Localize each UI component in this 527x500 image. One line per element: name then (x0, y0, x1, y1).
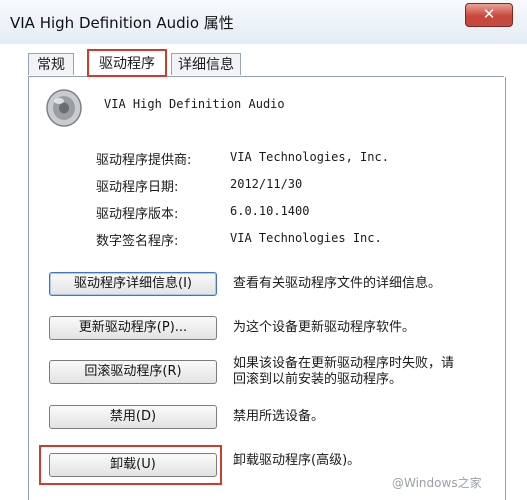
date-label: 驱动程序日期: (96, 180, 179, 195)
signer-value: VIA Technologies Inc. (230, 231, 382, 245)
tab-driver[interactable]: 驱动程序 (87, 49, 167, 77)
close-icon: ✕ (482, 5, 496, 23)
version-value: 6.0.10.1400 (230, 204, 310, 218)
rollback-driver-description-line2: 回滚到以前安装的驱动程序。 (233, 372, 403, 387)
version-label: 驱动程序版本: (96, 207, 179, 222)
date-value: 2012/11/30 (230, 177, 303, 191)
uninstall-button[interactable]: 卸载(U) (49, 453, 217, 477)
tab-details[interactable]: 详细信息 (171, 53, 241, 75)
driver-details-button[interactable]: 驱动程序详细信息(I) (49, 272, 217, 296)
window-title: VIA High Definition Audio 属性 (10, 14, 234, 32)
uninstall-description: 卸载驱动程序(高级)。 (233, 453, 361, 468)
update-driver-button[interactable]: 更新驱动程序(P)... (49, 316, 217, 340)
provider-value: VIA Technologies, Inc. (230, 150, 389, 164)
signer-label: 数字签名程序: (96, 234, 179, 249)
provider-label: 驱动程序提供商: (96, 153, 192, 168)
disable-button[interactable]: 禁用(D) (49, 405, 217, 429)
watermark: @Windows之家 (392, 476, 482, 490)
driver-details-description: 查看有关驱动程序文件的详细信息。 (233, 276, 442, 291)
rollback-driver-description-line1: 如果该设备在更新驱动程序时失败，请 (233, 356, 455, 371)
title-bar: VIA High Definition Audio 属性 ✕ (0, 0, 527, 44)
speaker-icon (44, 86, 84, 132)
tab-general[interactable]: 常规 (28, 53, 74, 75)
update-driver-description: 为这个设备更新驱动程序软件。 (233, 320, 416, 335)
disable-description: 禁用所选设备。 (233, 409, 325, 424)
rollback-driver-button[interactable]: 回滚驱动程序(R) (49, 360, 217, 384)
device-name: VIA High Definition Audio (104, 97, 285, 111)
close-button[interactable]: ✕ (465, 3, 513, 27)
